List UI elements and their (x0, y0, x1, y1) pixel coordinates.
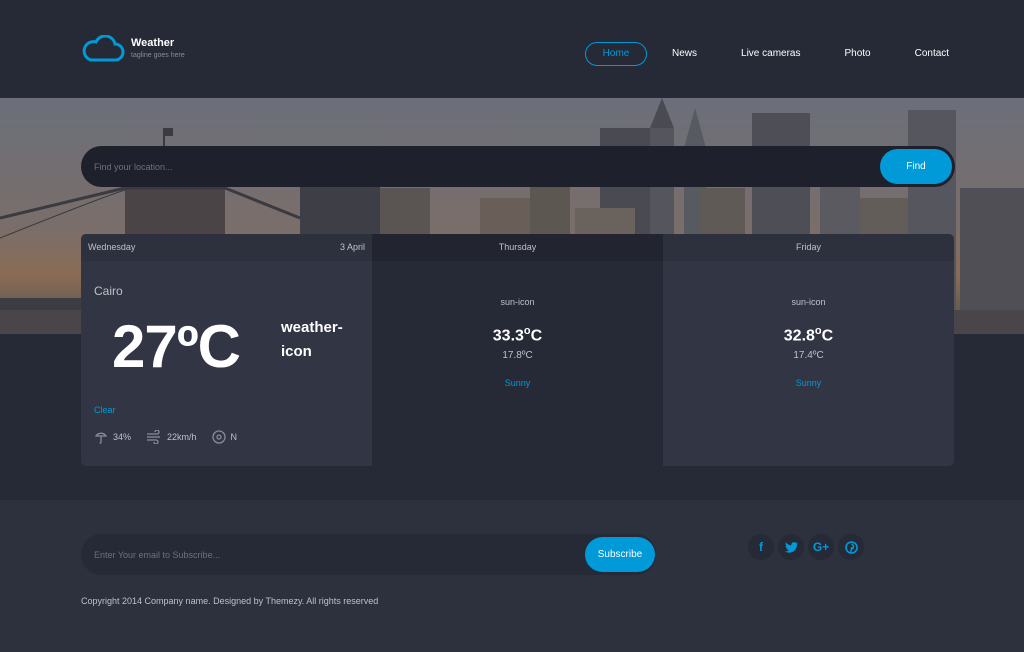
thursday-header: Thursday (372, 234, 663, 261)
facebook-icon[interactable]: f (748, 534, 774, 560)
direction-stat: N (211, 430, 238, 444)
find-button[interactable]: Find (880, 149, 952, 184)
location-search-bar: Find (81, 146, 955, 187)
nav-contact[interactable]: Contact (897, 42, 967, 66)
subscribe-form: Subscribe (81, 534, 656, 575)
copyright-text: Copyright 2014 Company name. Designed by… (81, 596, 379, 606)
humidity-value: 34% (113, 432, 132, 442)
brand-title: Weather (131, 37, 175, 49)
weather-stats: 34% 22km/h N (94, 430, 252, 444)
pinterest-icon[interactable] (838, 534, 864, 560)
social-links: f G+ (748, 534, 868, 560)
current-condition: Clear (94, 405, 116, 415)
friday-high-temp: 32.8oC (783, 325, 834, 345)
wind-icon (147, 430, 161, 444)
friday-condition: Sunny (795, 378, 822, 388)
location-name: Cairo (94, 284, 123, 298)
site-footer: Subscribe f G+ Copyright 2014 Company na… (0, 500, 1024, 652)
forecast-panel: Wednesday 3 April Cairo 27ºC weather-ico… (81, 234, 954, 466)
sun-icon: sun-icon (500, 297, 535, 307)
cloud-logo-icon (82, 35, 125, 62)
brand[interactable]: Weather tagline goes here (81, 35, 185, 63)
compass-icon (211, 430, 226, 444)
today-header: Wednesday 3 April (81, 234, 372, 261)
today-date: 3 April (339, 242, 365, 252)
forecast-day-friday: Friday sun-icon 32.8oC 17.4ºC Sunny (663, 234, 954, 466)
nav-home[interactable]: Home (585, 42, 647, 66)
current-temperature: 27ºC (112, 313, 241, 380)
sun-icon: sun-icon (791, 297, 826, 307)
friday-low-temp: 17.4ºC (793, 350, 824, 361)
humidity-stat: 34% (94, 430, 131, 444)
main-nav: Home News Live cameras Photo Contact (585, 42, 975, 66)
friday-header: Friday (663, 234, 954, 261)
today-day: Wednesday (88, 242, 136, 252)
thursday-low-temp: 17.8ºC (502, 350, 533, 361)
subscribe-email-input[interactable] (81, 534, 571, 575)
forecast-day-thursday: Thursday sun-icon 33.3oC 17.8ºC Sunny (372, 234, 663, 466)
direction-value: N (230, 432, 238, 442)
today-forecast: Wednesday 3 April Cairo 27ºC weather-ico… (81, 234, 372, 466)
site-header: Weather tagline goes here Home News Live… (0, 0, 1024, 98)
google-plus-icon[interactable]: G+ (808, 534, 834, 560)
location-search-input[interactable] (81, 146, 871, 187)
nav-live-cameras[interactable]: Live cameras (723, 42, 818, 66)
brand-tagline: tagline goes here (131, 52, 185, 59)
wind-stat: 22km/h (146, 430, 197, 444)
subscribe-button[interactable]: Subscribe (585, 537, 655, 572)
thursday-condition: Sunny (504, 378, 531, 388)
twitter-icon[interactable] (778, 534, 804, 560)
umbrella-icon (94, 432, 108, 444)
weather-icon: weather-icon (281, 319, 343, 360)
thursday-high-temp: 33.3oC (492, 325, 543, 345)
nav-news[interactable]: News (654, 42, 715, 66)
wind-value: 22km/h (167, 432, 197, 442)
nav-photo[interactable]: Photo (826, 42, 888, 66)
